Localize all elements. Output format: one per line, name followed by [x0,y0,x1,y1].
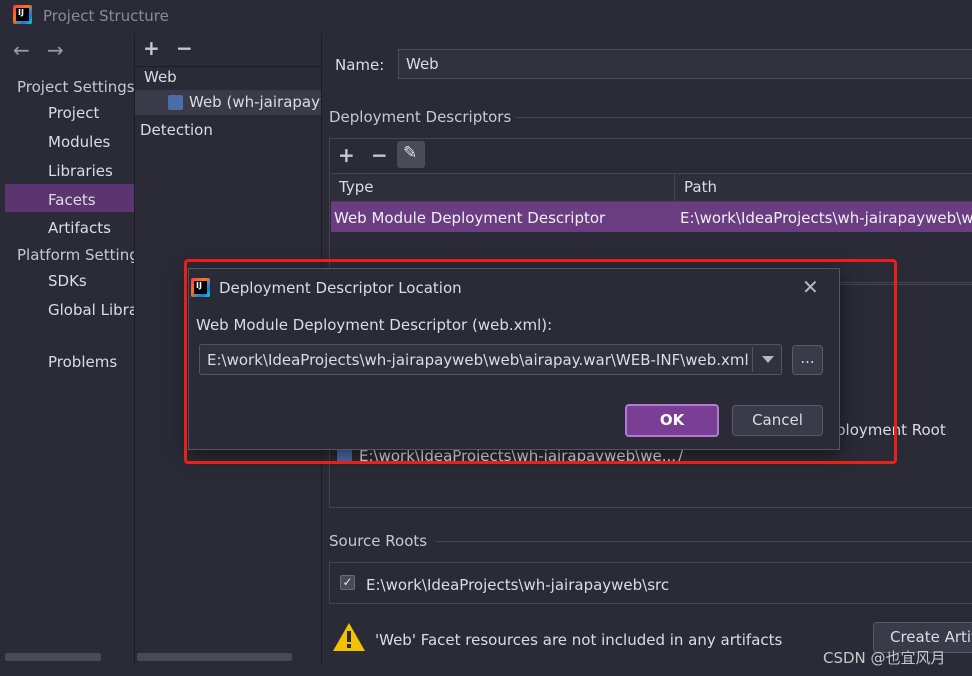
column-header-type[interactable]: Type [339,178,373,196]
folder-icon [337,449,352,462]
nav-item-problems[interactable]: Problems [48,353,117,371]
name-label: Name: [335,56,385,74]
warning-icon [333,623,365,651]
descriptor-path-combobox[interactable]: E:\work\IdeaProjects\wh-jairapayweb\web\… [199,344,782,375]
remove-facet-icon[interactable]: − [176,36,193,60]
nav-section-project-settings: Project Settings [17,78,135,96]
facet-name-value: Web [406,55,439,73]
facets-toolbar-divider [135,66,321,67]
column-header-deployment-root[interactable]: ployment Root [836,421,946,439]
facet-detection[interactable]: Detection [140,121,213,139]
remove-descriptor-icon[interactable]: − [371,143,388,167]
descriptors-separator [515,117,972,118]
close-icon[interactable]: ✕ [802,275,819,299]
deployment-descriptors-heading: Deployment Descriptors [329,108,512,126]
nav-section-platform-settings: Platform Settings [17,246,134,264]
facet-item-web[interactable]: Web (wh-jairapayweb) [189,93,321,111]
source-roots-heading: Source Roots [329,532,428,550]
ok-button[interactable]: OK [625,404,719,437]
descriptor-field-label: Web Module Deployment Descriptor (web.xm… [196,316,553,334]
descriptor-path-value: E:\work\IdeaProjects\wh-jairapayweb\web\… [207,351,749,369]
column-header-path[interactable]: Path [684,178,717,196]
facet-name-input[interactable]: Web [398,49,972,79]
nav-item-sdks[interactable]: SDKs [48,272,87,290]
edit-descriptor-button[interactable]: ✎ [397,141,425,168]
nav-item-facets[interactable]: Facets [48,191,96,209]
source-root-checkbox[interactable]: ✓ [340,575,355,590]
intellij-logo-icon: IJ [13,5,32,24]
combobox-separator [752,347,753,372]
descriptors-table-header [331,173,972,202]
dialog-title: Deployment Descriptor Location [219,279,462,297]
facet-group-web[interactable]: Web [144,68,177,86]
back-arrow-icon[interactable]: ← [13,38,30,62]
source-roots-separator [435,541,972,542]
nav-item-project[interactable]: Project [48,104,99,122]
nav-item-global-libraries[interactable]: Global Libraries [48,301,134,319]
watermark: CSDN @也宜风月 [823,649,946,667]
nav-item-artifacts[interactable]: Artifacts [48,219,111,237]
row-type-cell: Web Module Deployment Descriptor [334,209,606,227]
pencil-icon: ✎ [403,143,418,163]
nav-item-libraries[interactable]: Libraries [48,162,113,180]
chevron-down-icon[interactable] [761,355,775,364]
cancel-button[interactable]: Cancel [732,405,823,436]
web-facet-icon [168,95,183,110]
nav-item-modules[interactable]: Modules [48,133,110,151]
facets-scrollbar[interactable] [137,653,292,661]
row-path-cell: E:\work\IdeaProjects\wh-jairapayweb\web\… [680,209,972,227]
settings-nav-panel [0,33,134,666]
forward-arrow-icon[interactable]: → [47,38,64,62]
add-facet-icon[interactable]: + [143,36,160,60]
intellij-logo-icon: IJ [191,278,210,297]
browse-button[interactable]: ... [792,345,823,375]
add-descriptor-icon[interactable]: + [338,143,355,167]
source-root-path: E:\work\IdeaProjects\wh-jairapayweb\src [366,576,670,594]
window-title: Project Structure [43,7,169,25]
warning-text: 'Web' Facet resources are not included i… [375,631,783,649]
nav-scrollbar[interactable] [5,653,101,661]
